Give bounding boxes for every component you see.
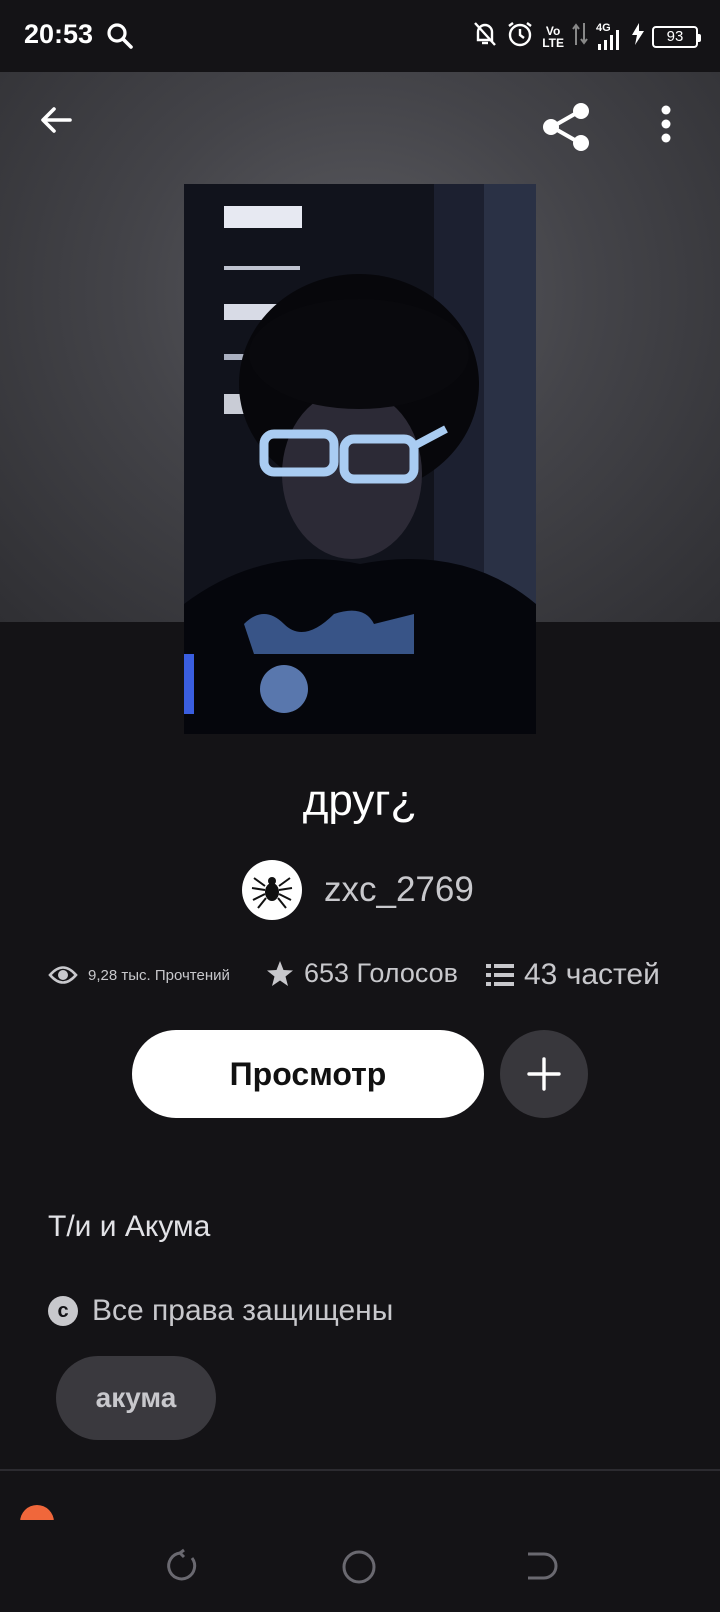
parts-count[interactable]: 43 частей <box>524 958 660 992</box>
star-icon <box>267 960 293 986</box>
reads-count: 9,28 тыс. Прочтений <box>88 966 230 984</box>
story-cover-image[interactable] <box>184 184 536 734</box>
votes-stat: 653 Голосов <box>266 958 458 989</box>
alarm-icon <box>506 20 534 53</box>
eye-icon <box>48 966 78 984</box>
spider-icon <box>251 877 293 909</box>
back-arrow-icon[interactable] <box>36 100 76 145</box>
battery-indicator: 93 <box>652 25 701 48</box>
volte-indicator: Vo LTE <box>542 23 564 50</box>
story-title: друг¿ <box>302 776 418 825</box>
votes-count: 653 Голосов <box>304 958 459 988</box>
status-time: 20:53 <box>24 19 94 49</box>
status-bar: 20:53 Vo LTE 4G 93 <box>0 0 720 72</box>
share-icon[interactable] <box>540 102 594 157</box>
back-nav-icon[interactable] <box>522 1548 558 1589</box>
copyright-row: c Все права защищены <box>48 1294 393 1328</box>
tag-chip[interactable]: акума <box>56 1356 216 1440</box>
author-name[interactable]: zxc_2769 <box>324 870 474 910</box>
list-icon <box>486 964 514 986</box>
recent-apps-icon[interactable] <box>162 1548 198 1589</box>
cell-signal-icon: 4G <box>596 22 624 52</box>
data-arrows-icon <box>572 21 588 52</box>
view-button[interactable]: Просмотр <box>132 1030 484 1118</box>
add-to-library-button[interactable] <box>500 1030 588 1118</box>
home-icon[interactable] <box>340 1548 378 1591</box>
plus-icon <box>527 1057 561 1091</box>
parts-stat[interactable]: 43 частей <box>486 958 660 992</box>
story-description: Т/и и Акума <box>48 1210 211 1243</box>
author-link[interactable]: zxc_2769 <box>242 860 474 920</box>
copyright-icon: c <box>48 1296 78 1326</box>
story-stats: 9,28 тыс. Прочтений 653 Голосов 43 часте… <box>48 956 688 1000</box>
search-icon <box>106 22 134 55</box>
author-avatar[interactable] <box>242 860 302 920</box>
divider <box>0 1469 720 1471</box>
charging-icon <box>632 23 644 50</box>
copyright-text: Все права защищены <box>92 1294 394 1327</box>
notifications-off-icon <box>472 20 498 53</box>
system-nav-bar <box>0 1520 720 1612</box>
reads-stat: 9,28 тыс. Прочтений <box>48 964 230 986</box>
more-options-icon[interactable] <box>660 104 672 149</box>
